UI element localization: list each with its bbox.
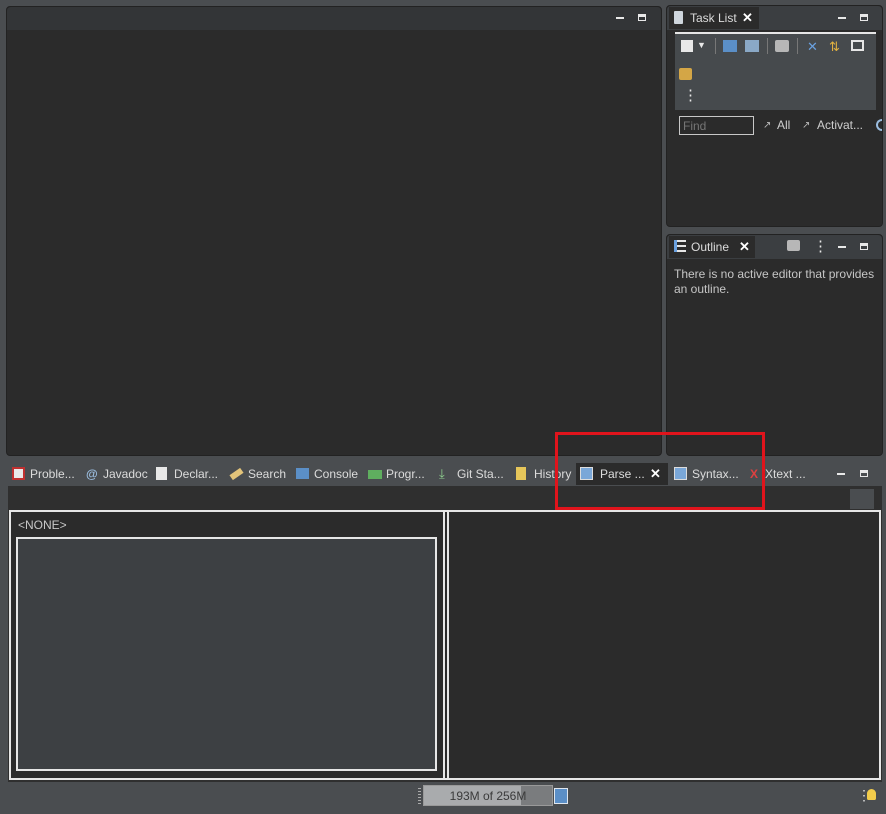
outline-tab-label: Outline bbox=[691, 240, 730, 254]
tab-outline[interactable]: Outline ✕ bbox=[669, 236, 755, 258]
selector-value[interactable]: <NONE> bbox=[18, 518, 67, 532]
declaration-icon bbox=[156, 467, 167, 480]
editor-area[interactable] bbox=[6, 6, 662, 456]
view-menu-icon[interactable]: ⋮ bbox=[813, 239, 828, 254]
view-menu-icon[interactable]: ⋮ bbox=[683, 88, 699, 106]
find-input[interactable] bbox=[680, 117, 753, 134]
outline-view: Outline ✕ ⋮ There is no active editor th… bbox=[666, 234, 883, 456]
separator bbox=[797, 38, 798, 54]
git-staging-icon: ⤓ bbox=[439, 466, 445, 481]
task-repository-icon[interactable] bbox=[679, 68, 692, 80]
categorized-icon[interactable] bbox=[723, 40, 737, 52]
bottom-maximize-button[interactable] bbox=[857, 467, 871, 481]
task-list-icon bbox=[674, 11, 683, 24]
parse-view-content: <NONE> bbox=[8, 486, 882, 782]
editor-minimize-button[interactable] bbox=[613, 11, 627, 25]
outline-sync-icon[interactable] bbox=[787, 240, 801, 254]
status-bar: 193M of 256M ⋮ bbox=[0, 784, 886, 814]
outline-message: There is no active editor that provides … bbox=[674, 267, 875, 296]
editor-header bbox=[7, 7, 661, 30]
tab-task-list[interactable]: Task List ✕ bbox=[669, 7, 759, 29]
scheduled-icon[interactable] bbox=[745, 40, 759, 52]
filter-activate-link[interactable]: Activat... bbox=[817, 118, 863, 132]
status-separator-handle bbox=[418, 788, 421, 806]
problems-icon bbox=[12, 467, 25, 480]
filter-all-link[interactable]: All bbox=[777, 118, 790, 132]
find-input-wrap bbox=[679, 116, 754, 135]
javadoc-icon: @ bbox=[86, 467, 98, 481]
outline-icon bbox=[674, 240, 686, 252]
tips-lightbulb-icon[interactable] bbox=[867, 789, 876, 800]
focus-on-workweek-icon[interactable]: ⇅ bbox=[829, 39, 845, 55]
task-list-tab-label: Task List bbox=[690, 11, 737, 25]
separator bbox=[767, 38, 768, 54]
hide-completed-icon[interactable]: ✕ bbox=[807, 39, 823, 55]
task-list-view: Task List ✕ ▼ ✕ ⇅ ⋮ ↗ All ↗ Activat... bbox=[666, 5, 883, 227]
collapse-all-icon[interactable] bbox=[851, 40, 864, 51]
editor-maximize-button[interactable] bbox=[635, 11, 649, 25]
chevron-down-icon[interactable]: ▼ bbox=[697, 40, 713, 56]
task-info-icon bbox=[876, 119, 882, 131]
left-pane: <NONE> bbox=[11, 512, 443, 778]
right-pane bbox=[449, 512, 879, 778]
filter-all-arrow-icon: ↗ bbox=[763, 120, 772, 131]
task-list-maximize-button[interactable] bbox=[857, 11, 871, 25]
close-icon[interactable]: ✕ bbox=[739, 236, 750, 258]
synchronize-icon[interactable] bbox=[775, 40, 789, 52]
task-list-minimize-button[interactable] bbox=[835, 11, 849, 25]
close-icon[interactable]: ✕ bbox=[742, 7, 753, 29]
heap-label: 193M of 256M bbox=[449, 789, 527, 803]
parse-view-scroll-button[interactable] bbox=[850, 489, 874, 509]
highlight-box bbox=[555, 432, 765, 510]
garbage-collect-icon[interactable] bbox=[554, 788, 568, 804]
parse-tree-list[interactable] bbox=[16, 537, 437, 771]
filter-activate-arrow-icon: ↗ bbox=[802, 120, 811, 131]
separator bbox=[715, 38, 716, 54]
new-task-icon[interactable] bbox=[681, 40, 693, 52]
outline-maximize-button[interactable] bbox=[857, 240, 871, 254]
parse-view-body: <NONE> bbox=[9, 510, 881, 780]
console-icon bbox=[296, 468, 309, 479]
history-icon bbox=[516, 467, 526, 480]
bottom-minimize-button[interactable] bbox=[834, 467, 848, 481]
progress-icon bbox=[368, 470, 382, 479]
heap-status[interactable]: 193M of 256M bbox=[423, 785, 553, 806]
outline-minimize-button[interactable] bbox=[835, 240, 849, 254]
task-list-toolbar: ▼ ✕ ⇅ ⋮ bbox=[675, 32, 876, 110]
